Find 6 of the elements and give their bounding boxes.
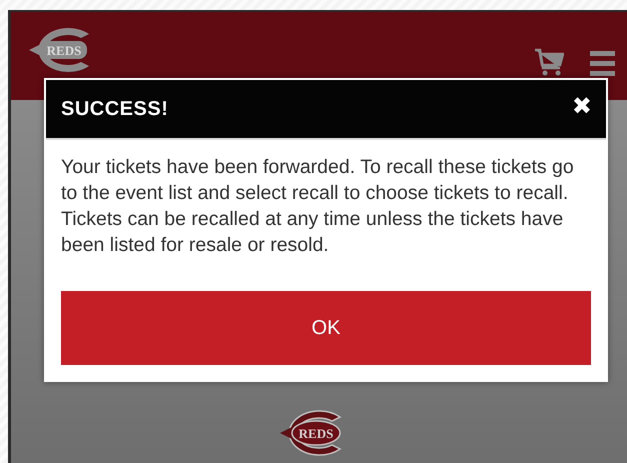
close-button[interactable]: ✖	[572, 92, 592, 120]
cart-icon[interactable]	[534, 48, 564, 78]
dialog-message: Your tickets have been forwarded. To recall these tickets go to the event list and select recall to choose tickets to recall. Tickets can be recalled at any time unless the tickets have been listed for resale or resold.	[61, 155, 575, 258]
menu-icon[interactable]	[590, 51, 615, 77]
dialog-title: SUCCESS!	[61, 98, 168, 120]
ok-button[interactable]: OK	[61, 291, 591, 365]
